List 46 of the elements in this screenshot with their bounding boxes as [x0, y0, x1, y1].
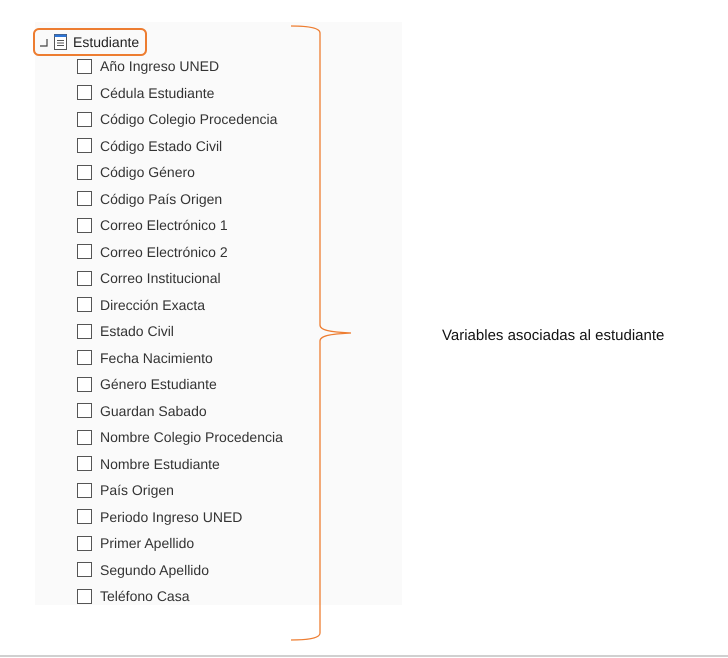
- field-label[interactable]: Correo Electrónico 1: [100, 217, 228, 234]
- collapse-icon[interactable]: [40, 39, 48, 47]
- checkbox[interactable]: [77, 270, 92, 286]
- field-label[interactable]: Código Estado Civil: [100, 138, 222, 154]
- field-label[interactable]: Teléfono Casa: [100, 588, 190, 604]
- checkbox[interactable]: [77, 324, 92, 339]
- field-label[interactable]: Cédula Estudiante: [100, 84, 214, 101]
- checkbox[interactable]: [77, 112, 92, 127]
- checkbox[interactable]: [77, 297, 92, 312]
- field-label[interactable]: Segundo Apellido: [100, 562, 209, 578]
- field-label[interactable]: Nombre Colegio Procedencia: [100, 429, 283, 446]
- field-label[interactable]: País Origen: [100, 482, 174, 498]
- checkbox[interactable]: [77, 536, 92, 551]
- checkbox[interactable]: [77, 164, 92, 180]
- field-label[interactable]: Guardan Sabado: [100, 402, 207, 419]
- checkbox[interactable]: [77, 244, 92, 260]
- table-node[interactable]: Estudiante: [33, 28, 148, 56]
- checkbox[interactable]: [77, 456, 92, 472]
- field-label[interactable]: Dirección Exacta: [100, 296, 206, 313]
- field-label[interactable]: Estado Civil: [100, 323, 174, 340]
- checkbox[interactable]: [77, 376, 92, 392]
- field-label[interactable]: Código Colegio Procedencia: [100, 111, 278, 128]
- field-label[interactable]: Periodo Ingreso UNED: [100, 508, 242, 525]
- checkbox[interactable]: [77, 588, 92, 604]
- table-icon: [54, 34, 67, 50]
- field-label[interactable]: Nombre Estudiante: [100, 456, 220, 472]
- checkbox[interactable]: [77, 138, 92, 154]
- field-label[interactable]: Primer Apellido: [100, 535, 194, 552]
- field-label[interactable]: Correo Electrónico 2: [100, 244, 228, 260]
- checkbox[interactable]: [77, 430, 92, 445]
- field-label[interactable]: Año Ingreso UNED: [100, 58, 220, 74]
- field-label[interactable]: Género Estudiante: [100, 376, 217, 392]
- field-label[interactable]: Correo Institucional: [100, 270, 221, 286]
- field-label[interactable]: Código Género: [100, 164, 195, 180]
- checkbox[interactable]: [77, 191, 92, 206]
- field-label[interactable]: Fecha Nacimiento: [100, 350, 213, 366]
- checkbox[interactable]: [77, 58, 92, 74]
- checkbox[interactable]: [77, 85, 92, 100]
- checkbox[interactable]: [77, 350, 92, 366]
- checkbox[interactable]: [77, 509, 92, 524]
- annotation-text: Variables asociadas al estudiante: [442, 327, 664, 344]
- field-label[interactable]: Código País Origen: [100, 190, 222, 207]
- checkbox[interactable]: [77, 218, 92, 233]
- checkbox[interactable]: [77, 403, 92, 418]
- checkbox[interactable]: [77, 482, 92, 498]
- checkbox[interactable]: [77, 562, 92, 578]
